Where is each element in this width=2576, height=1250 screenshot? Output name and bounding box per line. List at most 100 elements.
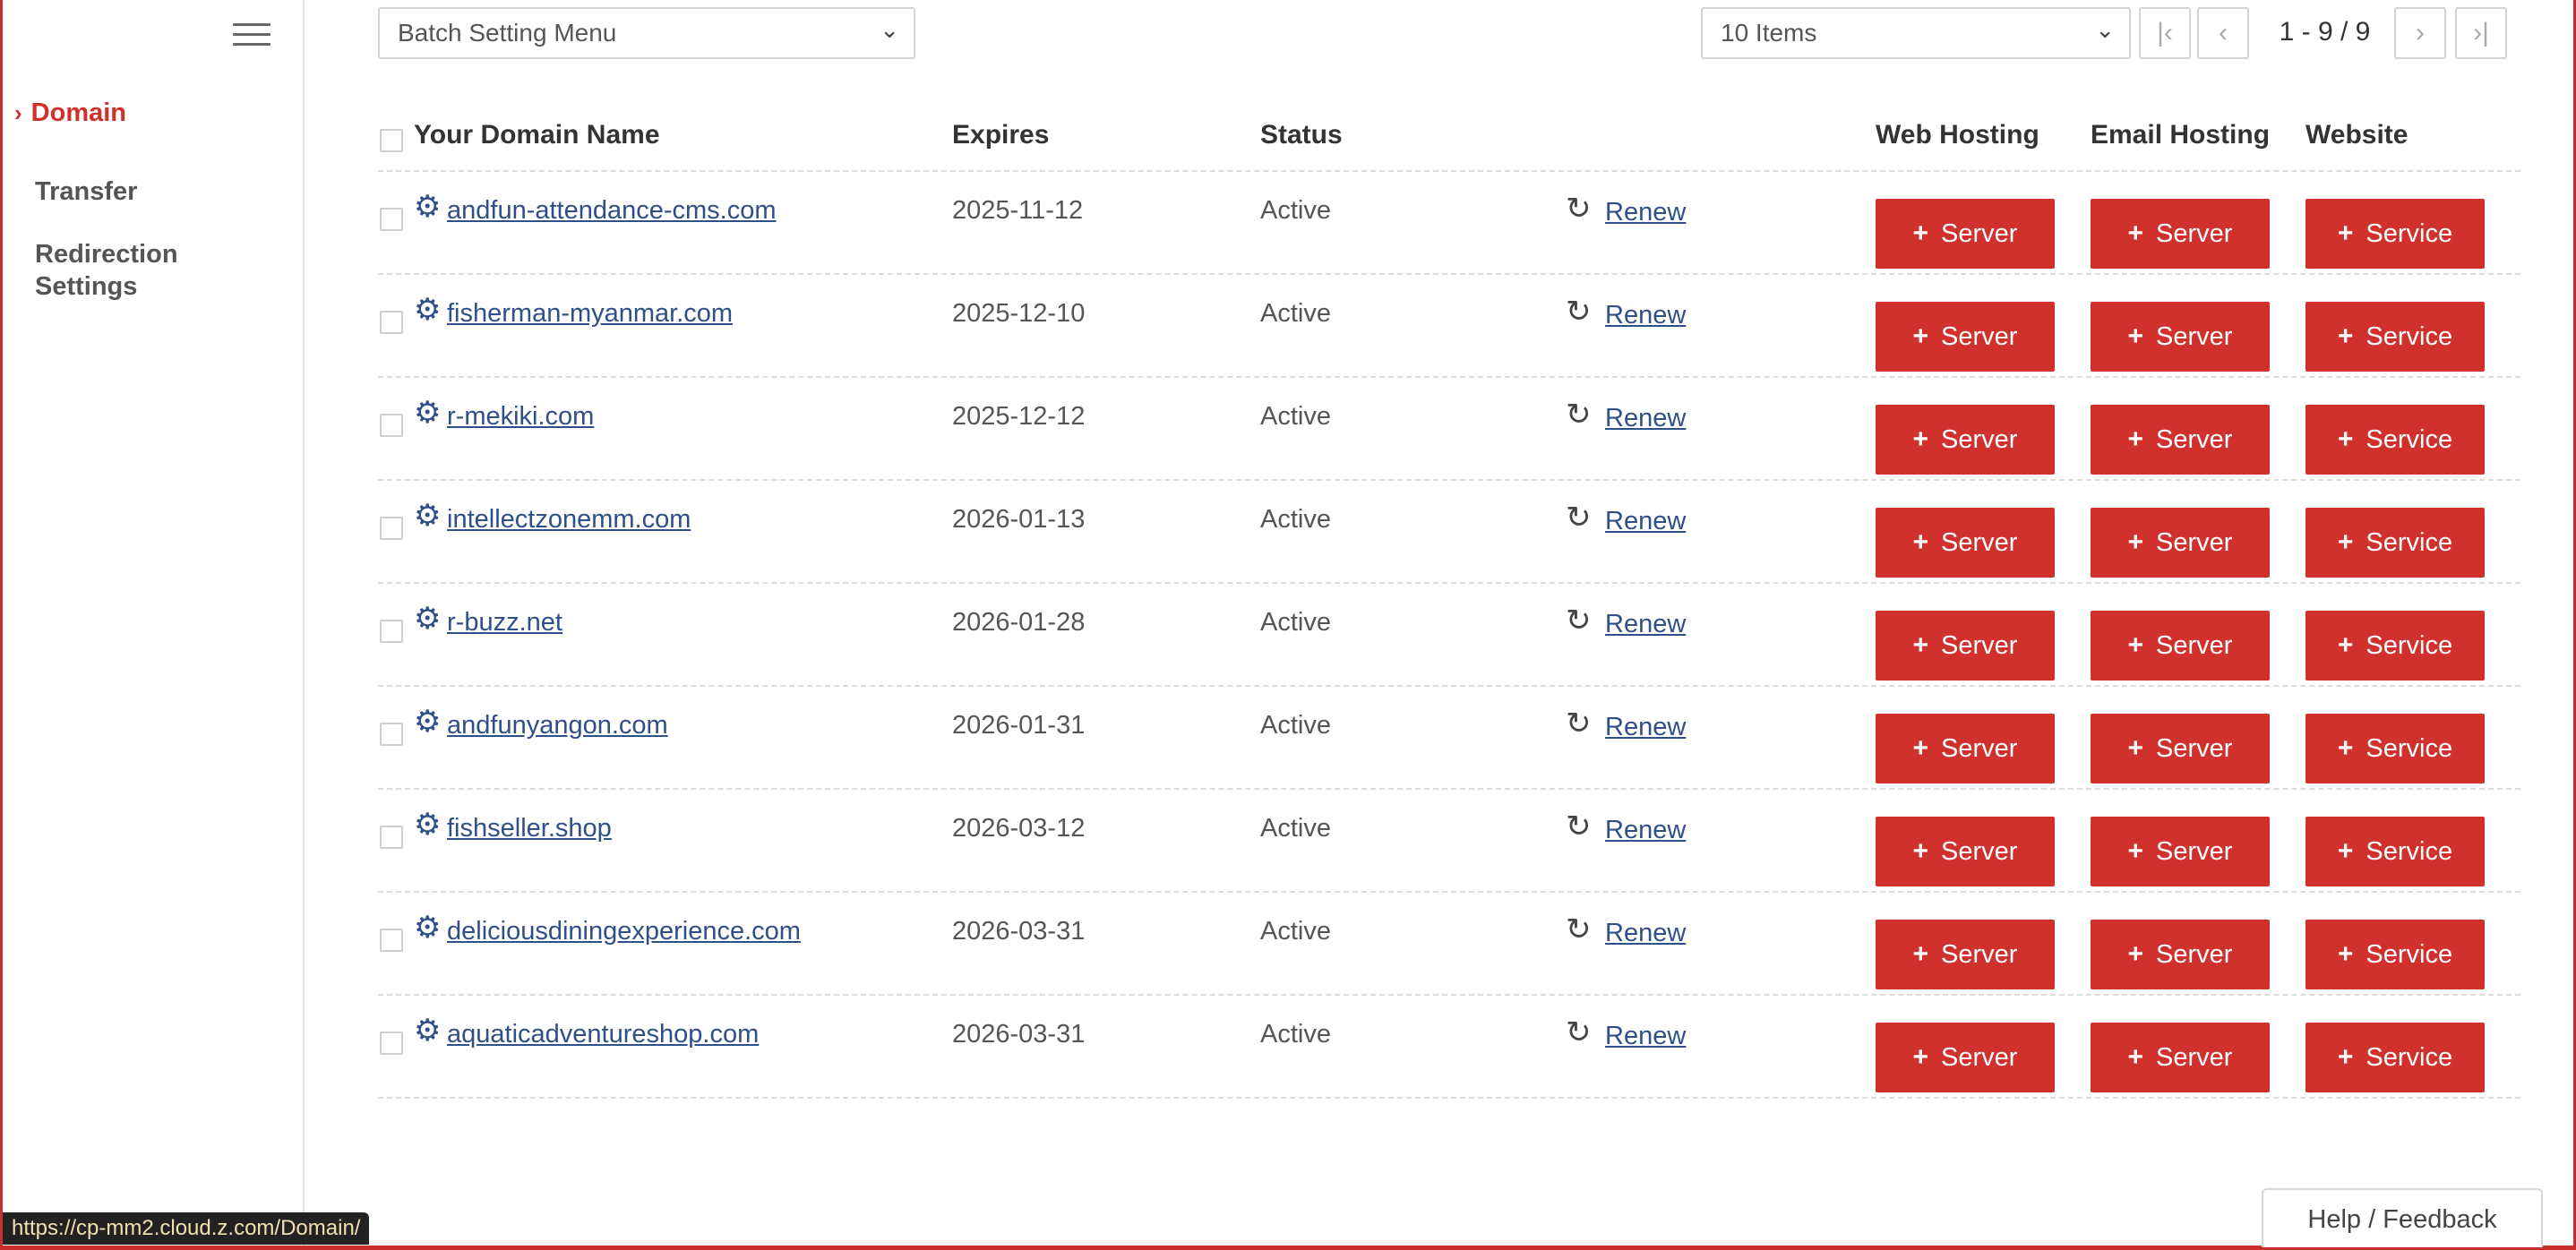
button-label: Service (2366, 528, 2453, 557)
add-web-hosting-button[interactable]: + Server (1876, 817, 2055, 886)
gear-icon[interactable]: ⚙ (414, 912, 441, 943)
renew-icon: ↻ (1566, 604, 1592, 638)
table-row: ⚙ aquaticadventureshop.com 2026-03-31 Acti… (378, 996, 2520, 1099)
row-checkbox[interactable] (380, 826, 403, 849)
help-feedback-button[interactable]: Help / Feedback (2262, 1188, 2543, 1247)
row-checkbox[interactable] (380, 723, 403, 746)
batch-setting-select[interactable]: Batch Setting Menu ⌄ (378, 7, 915, 59)
domain-link[interactable]: r-buzz.net (447, 607, 562, 638)
add-email-hosting-button[interactable]: + Server (2091, 817, 2270, 886)
plus-icon: + (2127, 527, 2144, 557)
status-bar-url: https://cp-mm2.cloud.z.com/Domain/ (3, 1212, 370, 1245)
domain-link[interactable]: andfun-attendance-cms.com (447, 195, 777, 226)
add-web-hosting-button[interactable]: + Server (1876, 508, 2055, 578)
row-checkbox[interactable] (380, 620, 403, 643)
button-label: Service (2366, 425, 2453, 454)
add-email-hosting-button[interactable]: + Server (2091, 714, 2270, 783)
renew-link[interactable]: Renew (1605, 403, 1686, 433)
add-email-hosting-button[interactable]: + Server (2091, 1023, 2270, 1092)
add-email-hosting-button[interactable]: + Server (2091, 508, 2270, 578)
add-email-hosting-button[interactable]: + Server (2091, 302, 2270, 372)
domain-link[interactable]: r-mekiki.com (447, 401, 594, 432)
sidebar-item-domain[interactable]: › Domain (14, 97, 126, 129)
add-web-hosting-button[interactable]: + Server (1876, 199, 2055, 269)
select-all-checkbox[interactable] (380, 129, 403, 152)
renew-link[interactable]: Renew (1605, 300, 1686, 330)
domain-link[interactable]: fishseller.shop (447, 813, 612, 843)
add-website-button[interactable]: + Service (2306, 714, 2485, 783)
row-checkbox[interactable] (380, 414, 403, 437)
domain-link[interactable]: aquaticadventureshop.com (447, 1019, 759, 1049)
first-page-button[interactable]: |‹ (2139, 7, 2191, 59)
renew-link[interactable]: Renew (1605, 506, 1686, 536)
row-checkbox[interactable] (380, 208, 403, 231)
row-checkbox[interactable] (380, 517, 403, 540)
add-email-hosting-button[interactable]: + Server (2091, 611, 2270, 681)
gear-icon[interactable]: ⚙ (414, 398, 441, 428)
renew-link[interactable]: Renew (1605, 918, 1686, 948)
row-checkbox[interactable] (380, 1032, 403, 1055)
add-email-hosting-button[interactable]: + Server (2091, 920, 2270, 989)
renew-link[interactable]: Renew (1605, 1021, 1686, 1051)
row-checkbox[interactable] (380, 311, 403, 334)
add-website-button[interactable]: + Service (2306, 302, 2485, 372)
status-text: Active (1260, 711, 1331, 740)
table-row: ⚙ deliciousdiningexperience.com 2026-03-3… (378, 893, 2520, 996)
add-web-hosting-button[interactable]: + Server (1876, 920, 2055, 989)
add-email-hosting-button[interactable]: + Server (2091, 405, 2270, 475)
domain-link[interactable]: intellectzonemm.com (447, 504, 691, 535)
add-website-button[interactable]: + Service (2306, 920, 2485, 989)
row-checkbox[interactable] (380, 929, 403, 952)
items-per-page-value: 10 Items (1721, 19, 1817, 47)
prev-page-button[interactable]: ‹ (2197, 7, 2249, 59)
expires-date: 2025-12-12 (952, 402, 1086, 431)
last-page-button[interactable]: ›| (2455, 7, 2507, 59)
add-web-hosting-button[interactable]: + Server (1876, 302, 2055, 372)
add-email-hosting-button[interactable]: + Server (2091, 199, 2270, 269)
add-web-hosting-button[interactable]: + Server (1876, 611, 2055, 681)
add-web-hosting-button[interactable]: + Server (1876, 714, 2055, 783)
add-website-button[interactable]: + Service (2306, 1023, 2485, 1092)
button-label: Server (1941, 1043, 2018, 1072)
items-per-page-select[interactable]: 10 Items ⌄ (1701, 7, 2131, 59)
status-text: Active (1260, 917, 1331, 946)
button-label: Server (1941, 734, 2018, 763)
renew-link[interactable]: Renew (1605, 609, 1686, 639)
plus-icon: + (1912, 321, 1929, 351)
renew-link[interactable]: Renew (1605, 197, 1686, 227)
gear-icon[interactable]: ⚙ (414, 501, 441, 531)
add-website-button[interactable]: + Service (2306, 817, 2485, 886)
plus-icon: + (1912, 630, 1929, 660)
renew-link[interactable]: Renew (1605, 815, 1686, 845)
gear-icon[interactable]: ⚙ (414, 604, 441, 634)
button-label: Server (2156, 734, 2233, 763)
domain-link[interactable]: andfunyangon.com (447, 710, 668, 741)
gear-icon[interactable]: ⚙ (414, 809, 441, 840)
button-label: Server (1941, 322, 2018, 351)
gear-icon[interactable]: ⚙ (414, 295, 441, 325)
plus-icon: + (1912, 424, 1929, 454)
plus-icon: + (2127, 630, 2144, 660)
add-website-button[interactable]: + Service (2306, 611, 2485, 681)
domain-link[interactable]: deliciousdiningexperience.com (447, 916, 801, 946)
next-page-button[interactable]: › (2394, 7, 2446, 59)
add-website-button[interactable]: + Service (2306, 508, 2485, 578)
add-web-hosting-button[interactable]: + Server (1876, 405, 2055, 475)
sidebar-item-transfer[interactable]: Transfer (35, 176, 137, 208)
gear-icon[interactable]: ⚙ (414, 192, 441, 222)
renew-link[interactable]: Renew (1605, 712, 1686, 742)
button-label: Server (1941, 425, 2018, 454)
status-text: Active (1260, 402, 1331, 431)
add-website-button[interactable]: + Service (2306, 199, 2485, 269)
plus-icon: + (1912, 218, 1929, 248)
gear-icon[interactable]: ⚙ (414, 1015, 441, 1046)
gear-icon[interactable]: ⚙ (414, 706, 441, 737)
expires-date: 2026-01-28 (952, 608, 1086, 637)
plus-icon: + (1912, 527, 1929, 557)
add-web-hosting-button[interactable]: + Server (1876, 1023, 2055, 1092)
sidebar-item-redirection-settings[interactable]: Redirection Settings (35, 238, 250, 303)
expires-date: 2026-03-31 (952, 1020, 1086, 1049)
hamburger-icon[interactable] (233, 23, 270, 48)
add-website-button[interactable]: + Service (2306, 405, 2485, 475)
domain-link[interactable]: fisherman-myanmar.com (447, 298, 733, 329)
